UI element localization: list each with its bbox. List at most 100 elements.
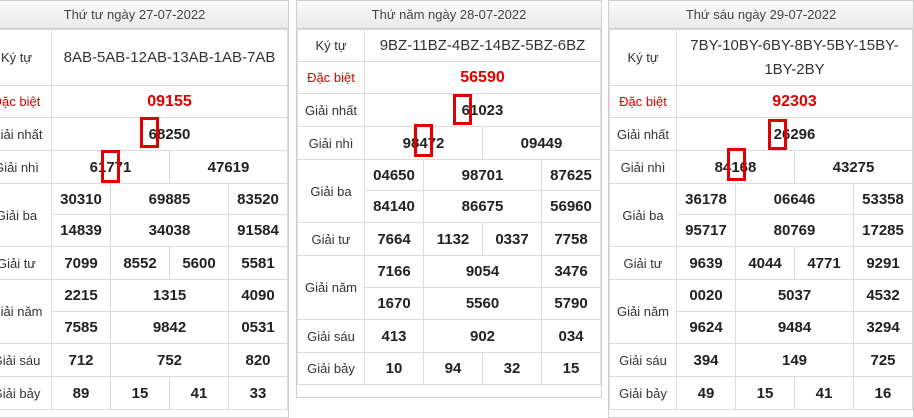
giai-nhi-label: Giải nhì [0, 150, 52, 184]
giai-bay-value: 10 [364, 352, 424, 385]
giai-bay-value: 16 [853, 376, 913, 410]
dac-biet-value: 56590 [364, 61, 601, 94]
giai-bay-value: 33 [228, 376, 288, 410]
highlight-marker [101, 150, 120, 183]
highlight-marker [453, 94, 472, 125]
ky-tu-label: Ký tự [0, 29, 52, 86]
dac-biet-value: 09155 [51, 85, 288, 118]
highlight-marker [140, 117, 159, 148]
giai-ba-value: 98701 [423, 159, 542, 191]
giai-tu-label: Giải tư [609, 246, 677, 280]
giai-nam-value: 5560 [423, 287, 542, 320]
giai-ba-value: 87625 [541, 159, 601, 191]
giai-tu-label: Giải tư [297, 222, 365, 256]
giai-tu-value: 1132 [423, 222, 483, 256]
giai-nam-value: 0020 [676, 279, 736, 312]
giai-nam-label: Giải năm [609, 279, 677, 344]
giai-tu-value: 4044 [735, 246, 795, 280]
ky-tu-value: 8AB-5AB-12AB-13AB-1AB-7AB [51, 29, 288, 86]
giai-nam-value: 5790 [541, 287, 601, 320]
giai-nhat-label: Giải nhất [609, 117, 677, 151]
giai-sau-value: 413 [364, 319, 424, 353]
giai-ba-value: 53358 [853, 183, 913, 215]
giai-bay-value: 94 [423, 352, 483, 385]
giai-nam-value: 5037 [735, 279, 854, 312]
giai-tu-label: Giải tư [0, 246, 52, 280]
giai-ba-label: Giải ba [609, 183, 677, 247]
giai-nhat-value: 26296 [676, 117, 913, 151]
giai-ba-value: 69885 [110, 183, 229, 215]
giai-bay-value: 15 [110, 376, 170, 410]
giai-bay-value: 15 [735, 376, 795, 410]
giai-sau-value: 725 [853, 343, 913, 377]
giai-ba-value: 06646 [735, 183, 854, 215]
giai-ba-value: 36178 [676, 183, 736, 215]
dac-biet-label: Đặc biệt [297, 61, 365, 94]
giai-nam-value: 9054 [423, 255, 542, 288]
giai-ba-value: 56960 [541, 190, 601, 223]
giai-nam-value: 0531 [228, 311, 288, 344]
giai-tu-value: 9639 [676, 246, 736, 280]
results-table: Ký tự 8AB-5AB-12AB-13AB-1AB-7AB Đặc biệt… [0, 29, 288, 410]
giai-nhi-label: Giải nhì [297, 126, 365, 160]
giai-nam-value: 3476 [541, 255, 601, 288]
giai-nam-value: 7166 [364, 255, 424, 288]
panel-date: Thứ năm ngày 28-07-2022 [297, 1, 601, 29]
panel-date: Thứ sáu ngày 29-07-2022 [609, 1, 913, 29]
giai-ba-label: Giải ba [297, 159, 365, 223]
ky-tu-value: 7BY-10BY-6BY-8BY-5BY-15BY-1BY-2BY [676, 29, 913, 86]
giai-nam-value: 1315 [110, 279, 229, 312]
giai-nhi-value: 47619 [169, 150, 288, 184]
results-panel-2: Thứ năm ngày 28-07-2022 Ký tự 9BZ-11BZ-4… [296, 0, 602, 398]
giai-bay-label: Giải bảy [297, 352, 365, 385]
giai-nam-value: 9842 [110, 311, 229, 344]
giai-sau-label: Giải sáu [297, 319, 365, 353]
giai-ba-value: 80769 [735, 214, 854, 247]
giai-nam-value: 3294 [853, 311, 913, 344]
giai-nam-value: 7585 [51, 311, 111, 344]
giai-nam-value: 1670 [364, 287, 424, 320]
ky-tu-value: 9BZ-11BZ-4BZ-14BZ-5BZ-6BZ [364, 29, 601, 62]
giai-sau-value: 820 [228, 343, 288, 377]
giai-sau-value: 394 [676, 343, 736, 377]
giai-tu-value: 7664 [364, 222, 424, 256]
giai-ba-value: 91584 [228, 214, 288, 247]
giai-tu-value: 5600 [169, 246, 229, 280]
giai-tu-value: 8552 [110, 246, 170, 280]
giai-nhat-label: Giải nhất [297, 93, 365, 127]
giai-nam-label: Giải năm [0, 279, 52, 344]
giai-nam-value: 4090 [228, 279, 288, 312]
giai-bay-value: 32 [482, 352, 542, 385]
panel-date: Thứ tư ngày 27-07-2022 [0, 1, 288, 29]
giai-bay-label: Giải bảy [0, 376, 52, 410]
giai-ba-value: 14839 [51, 214, 111, 247]
giai-nhat-value: 68250 [51, 117, 288, 151]
giai-ba-value: 95717 [676, 214, 736, 247]
giai-bay-value: 41 [794, 376, 854, 410]
results-panel-1: Thứ tư ngày 27-07-2022 Ký tự 8AB-5AB-12A… [0, 0, 289, 418]
giai-tu-value: 7099 [51, 246, 111, 280]
giai-nam-value: 9624 [676, 311, 736, 344]
giai-ba-label: Giải ba [0, 183, 52, 247]
giai-nam-value: 9484 [735, 311, 854, 344]
giai-nhi-value: 43275 [794, 150, 913, 184]
ky-tu-label: Ký tự [609, 29, 677, 86]
giai-ba-value: 83520 [228, 183, 288, 215]
ky-tu-label: Ký tự [297, 29, 365, 62]
highlight-marker [727, 148, 746, 181]
giai-sau-value: 712 [51, 343, 111, 377]
results-table: Ký tự 7BY-10BY-6BY-8BY-5BY-15BY-1BY-2BY … [609, 29, 913, 410]
giai-bay-value: 15 [541, 352, 601, 385]
dac-biet-label: Đặc biệt [609, 85, 677, 118]
giai-bay-value: 41 [169, 376, 229, 410]
giai-ba-value: 34038 [110, 214, 229, 247]
giai-sau-value: 752 [110, 343, 229, 377]
giai-tu-value: 7758 [541, 222, 601, 256]
results-panel-3: Thứ sáu ngày 29-07-2022 Ký tự 7BY-10BY-6… [608, 0, 914, 418]
giai-nhat-label: Giải nhất [0, 117, 52, 151]
giai-tu-value: 5581 [228, 246, 288, 280]
giai-ba-value: 17285 [853, 214, 913, 247]
giai-bay-value: 49 [676, 376, 736, 410]
giai-tu-value: 9291 [853, 246, 913, 280]
giai-bay-value: 89 [51, 376, 111, 410]
